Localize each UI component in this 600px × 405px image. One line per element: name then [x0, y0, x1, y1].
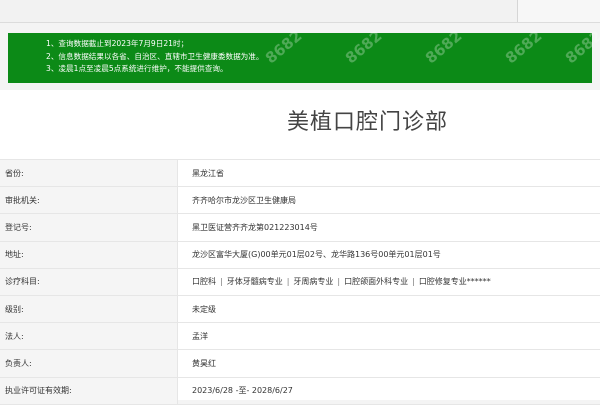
table-row: 省份: 黑龙江省 — [0, 160, 600, 187]
row-value-address: 龙沙区富华大厦(G)00单元01层02号、龙华路136号00单元01层01号 — [178, 241, 600, 268]
row-value-principal: 黄昊红 — [178, 350, 600, 377]
row-label-level: 级别: — [0, 295, 178, 322]
page-title: 美植口腔门诊部 — [287, 104, 448, 136]
top-bar-right-panel — [517, 0, 600, 22]
notice-banner: 1、查询数据截止到2023年7月9日21时； 2、信息数据结果以各省、自治区、直… — [8, 33, 592, 83]
subject-item: 口腔修复专业****** — [419, 277, 491, 286]
row-value-authority: 齐齐哈尔市龙沙区卫生健康局 — [178, 187, 600, 214]
subject-item: 牙周病专业 — [293, 277, 333, 286]
subject-item: 口腔科 — [192, 277, 216, 286]
top-bar — [0, 0, 600, 23]
row-value-registration: 黑卫医证营齐齐龙第021223014号 — [178, 214, 600, 241]
table-row: 执业许可证有效期: 2023/6/28 -至- 2028/6/27 — [0, 377, 600, 404]
watermark: 8682 — [564, 29, 600, 65]
subject-separator: | — [283, 277, 294, 286]
notice-line: 3、凌晨1点至凌晨5点系统进行维护，不能提供查询。 — [46, 63, 592, 76]
subject-separator: | — [408, 277, 419, 286]
row-value-province: 黑龙江省 — [178, 160, 600, 187]
table-row: 法人: 孟洋 — [0, 323, 600, 350]
row-label-subjects: 诊疗科目: — [0, 268, 178, 295]
row-value-level: 未定级 — [178, 295, 600, 322]
table-row: 负责人: 黄昊红 — [0, 350, 600, 377]
row-label-address: 地址: — [0, 241, 178, 268]
row-label-authority: 审批机关: — [0, 187, 178, 214]
row-label-province: 省份: — [0, 160, 178, 187]
info-table: 省份: 黑龙江省 审批机关: 齐齐哈尔市龙沙区卫生健康局 登记号: 黑卫医证营齐… — [0, 159, 600, 405]
subject-separator: | — [333, 277, 344, 286]
row-value-license-validity: 2023/6/28 -至- 2028/6/27 — [178, 377, 600, 404]
subject-item: 牙体牙髓病专业 — [227, 277, 283, 286]
row-label-license-validity: 执业许可证有效期: — [0, 377, 178, 404]
table-row: 审批机关: 齐齐哈尔市龙沙区卫生健康局 — [0, 187, 600, 214]
row-label-legal-person: 法人: — [0, 323, 178, 350]
table-row: 登记号: 黑卫医证营齐齐龙第021223014号 — [0, 214, 600, 241]
row-label-principal: 负责人: — [0, 350, 178, 377]
table-row: 诊疗科目: 口腔科|牙体牙髓病专业|牙周病专业|口腔颌面外科专业|口腔修复专业*… — [0, 268, 600, 295]
subject-separator: | — [216, 277, 227, 286]
row-value-subjects: 口腔科|牙体牙髓病专业|牙周病专业|口腔颌面外科专业|口腔修复专业****** — [178, 268, 600, 295]
row-value-legal-person: 孟洋 — [178, 323, 600, 350]
subject-item: 口腔颌面外科专业 — [344, 277, 408, 286]
table-row: 地址: 龙沙区富华大厦(G)00单元01层02号、龙华路136号00单元01层0… — [0, 241, 600, 268]
table-row: 级别: 未定级 — [0, 295, 600, 322]
row-label-registration: 登记号: — [0, 214, 178, 241]
